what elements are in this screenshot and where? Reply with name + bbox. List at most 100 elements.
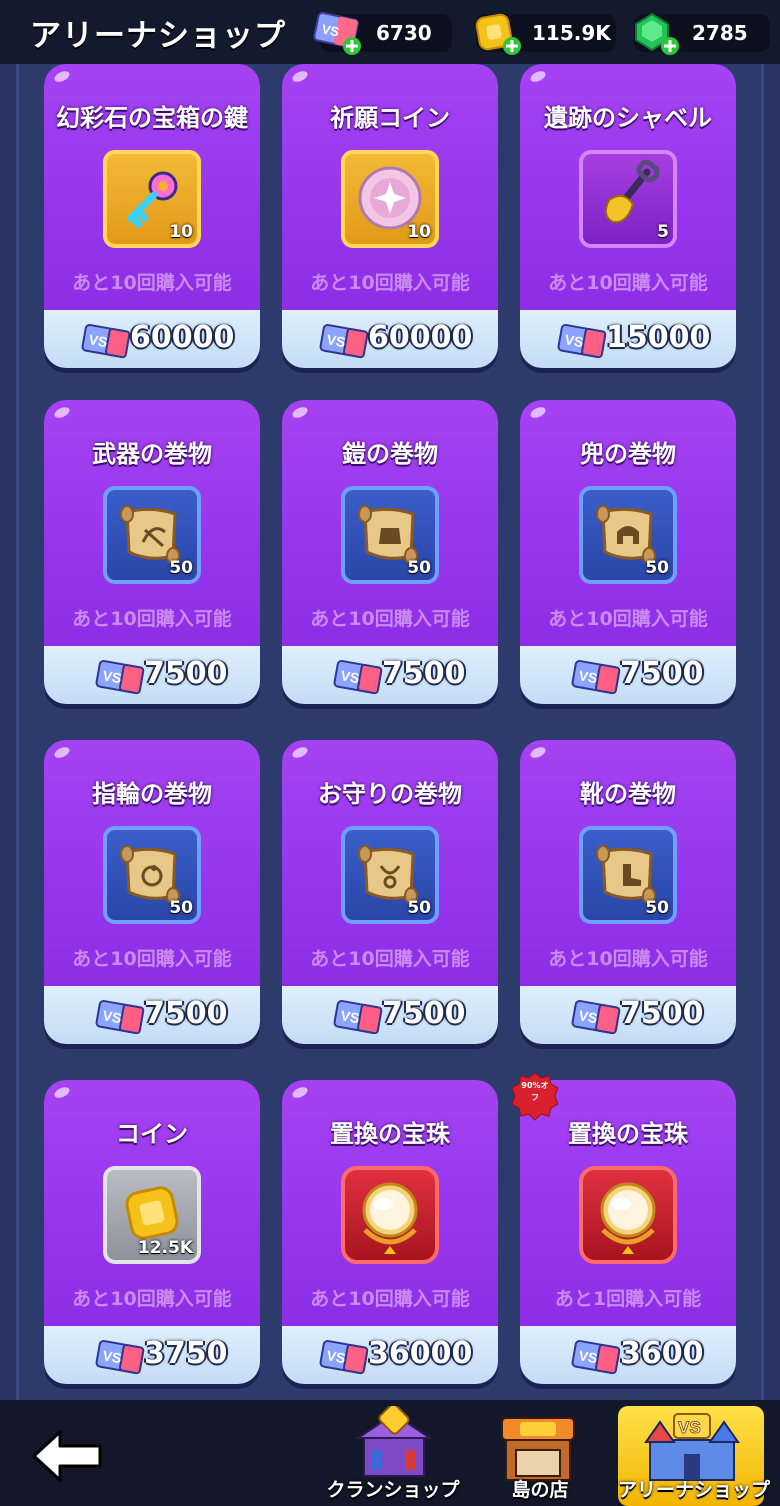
back-arrow-icon[interactable] xyxy=(30,1428,104,1484)
item-quantity: 50 xyxy=(407,558,431,578)
item-quantity: 50 xyxy=(169,898,193,918)
item-price: 7500 xyxy=(144,996,228,1031)
buy-button[interactable]: VS 7500 xyxy=(520,986,736,1044)
shop-item-card[interactable]: コイン 12.5K あと10回購入可能 VS 3750 xyxy=(44,1080,260,1384)
shop-item-card[interactable]: 遺跡のシャベル 5 あと10回購入可能 VS 15000 xyxy=(520,64,736,368)
item-price: 7500 xyxy=(620,656,704,691)
buy-button[interactable]: VS 7500 xyxy=(44,646,260,704)
item-quantity: 50 xyxy=(645,558,669,578)
purchase-limit: あと10回購入可能 xyxy=(72,1288,232,1310)
item-price: 60000 xyxy=(130,320,235,355)
svg-text:VS: VS xyxy=(678,1418,701,1437)
gold-value: 115.9K xyxy=(532,21,611,45)
tab-island-shop-label: 島の店 xyxy=(511,1479,569,1501)
purchase-limit: あと10回購入可能 xyxy=(72,608,232,630)
item-icon-box: 50 xyxy=(341,486,439,584)
discount-badge: 90%オフ xyxy=(510,1072,560,1122)
shop-item-card[interactable]: お守りの巻物 50 あと10回購入可能 VS 7500 xyxy=(282,740,498,1044)
svg-text:VS: VS xyxy=(340,1007,361,1026)
buy-button[interactable]: VS 60000 xyxy=(282,310,498,368)
shop-item-card[interactable]: 鎧の巻物 50 あと10回購入可能 VS 7500 xyxy=(282,400,498,704)
discount-text-2: フ xyxy=(531,1093,539,1102)
purchase-limit: あと10回購入可能 xyxy=(72,948,232,970)
shop-item-card[interactable]: 兜の巻物 50 あと10回購入可能 VS 7500 xyxy=(520,400,736,704)
vs-ticket-balance[interactable]: VS 6730 xyxy=(313,11,452,55)
item-name: 武器の巻物 xyxy=(92,440,212,468)
shop-item-card[interactable]: 幻彩石の宝箱の鍵 10 あと10回購入可能 VS 60000 xyxy=(44,64,260,368)
shop-item-card[interactable]: 指輪の巻物 50 あと10回購入可能 VS 7500 xyxy=(44,740,260,1044)
vs-ticket-value: 6730 xyxy=(376,21,432,45)
purchase-limit: あと10回購入可能 xyxy=(310,1288,470,1310)
item-icon-box xyxy=(341,1166,439,1264)
vs-ticket-icon: VS xyxy=(95,999,145,1035)
item-icon-box: 12.5K xyxy=(103,1166,201,1264)
tab-clan-shop[interactable]: クランショップ xyxy=(318,1400,468,1506)
buy-button[interactable]: VS 36000 xyxy=(282,1326,498,1384)
tab-island-shop[interactable]: 島の店 xyxy=(478,1400,602,1506)
shop-item-card[interactable]: 置換の宝珠 あと1回購入可能 VS 3600 xyxy=(520,1080,736,1384)
svg-text:VS: VS xyxy=(102,667,123,686)
item-icon-box: 50 xyxy=(103,486,201,584)
buy-button[interactable]: VS 7500 xyxy=(282,646,498,704)
shop-item-card[interactable]: 置換の宝珠 あと10回購入可能 VS 36000 xyxy=(282,1080,498,1384)
tab-arena-shop-label: アリーナショップ xyxy=(618,1479,771,1501)
item-name: コイン xyxy=(116,1120,188,1148)
buy-button[interactable]: VS 3750 xyxy=(44,1326,260,1384)
island-shop-icon xyxy=(501,1417,575,1481)
item-name: 靴の巻物 xyxy=(580,780,676,808)
purchase-limit: あと10回購入可能 xyxy=(310,608,470,630)
item-price: 7500 xyxy=(620,996,704,1031)
orb-icon xyxy=(362,1182,418,1254)
item-quantity: 50 xyxy=(407,898,431,918)
vs-ticket-icon: VS xyxy=(571,1339,621,1375)
vs-ticket-icon: VS xyxy=(333,659,383,695)
buy-button[interactable]: VS 7500 xyxy=(520,646,736,704)
vs-ticket-icon: VS xyxy=(571,659,621,695)
svg-text:VS: VS xyxy=(340,667,361,686)
clan-shop-icon xyxy=(354,1406,434,1477)
purchase-limit: あと10回購入可能 xyxy=(548,272,708,294)
purchase-limit: あと1回購入可能 xyxy=(554,1288,702,1310)
svg-text:VS: VS xyxy=(102,1007,123,1026)
discount-text-1: 90%オ xyxy=(521,1081,549,1090)
buy-button[interactable]: VS 15000 xyxy=(520,310,736,368)
vs-ticket-icon: VS xyxy=(571,999,621,1035)
gem-balance[interactable]: 2785 xyxy=(634,12,770,55)
svg-text:VS: VS xyxy=(88,331,109,350)
purchase-limit: あと10回購入可能 xyxy=(72,272,232,294)
buy-button[interactable]: VS 7500 xyxy=(44,986,260,1044)
item-price: 15000 xyxy=(606,320,711,355)
buy-button[interactable]: VS 7500 xyxy=(282,986,498,1044)
svg-text:VS: VS xyxy=(578,1007,599,1026)
buy-button[interactable]: VS 60000 xyxy=(44,310,260,368)
gem-value: 2785 xyxy=(692,21,748,45)
purchase-limit: あと10回購入可能 xyxy=(548,608,708,630)
purchase-limit: あと10回購入可能 xyxy=(310,272,470,294)
vs-ticket-icon: VS xyxy=(333,999,383,1035)
item-price: 7500 xyxy=(144,656,228,691)
shop-item-card[interactable]: 祈願コイン 10 あと10回購入可能 VS 60000 xyxy=(282,64,498,368)
green-gem-icon xyxy=(635,12,679,55)
item-quantity: 5 xyxy=(657,222,669,242)
item-icon-box: 50 xyxy=(103,826,201,924)
item-quantity: 10 xyxy=(169,222,193,242)
vs-ticket-icon: VS xyxy=(319,323,369,359)
shop-item-card[interactable]: 武器の巻物 50 あと10回購入可能 VS 7500 xyxy=(44,400,260,704)
gold-balance[interactable]: 115.9K xyxy=(475,13,616,55)
vs-ticket-icon: VS xyxy=(557,323,607,359)
purchase-limit: あと10回購入可能 xyxy=(548,948,708,970)
svg-text:VS: VS xyxy=(564,331,585,350)
arena-shop-icon: VS xyxy=(644,1413,740,1481)
shop-item-card[interactable]: 靴の巻物 50 あと10回購入可能 VS 7500 xyxy=(520,740,736,1044)
item-price: 3750 xyxy=(144,1336,228,1371)
buy-button[interactable]: VS 3600 xyxy=(520,1326,736,1384)
item-name: 兜の巻物 xyxy=(580,440,676,468)
purchase-limit: あと10回購入可能 xyxy=(310,948,470,970)
item-name: 指輪の巻物 xyxy=(92,780,212,808)
item-icon-box: 10 xyxy=(103,150,201,248)
item-name: お守りの巻物 xyxy=(318,780,462,808)
item-quantity: 12.5K xyxy=(137,1238,193,1258)
tab-arena-shop[interactable]: VS アリーナショップ xyxy=(618,1406,771,1506)
item-price: 60000 xyxy=(368,320,473,355)
item-name: 幻彩石の宝箱の鍵 xyxy=(56,104,248,132)
